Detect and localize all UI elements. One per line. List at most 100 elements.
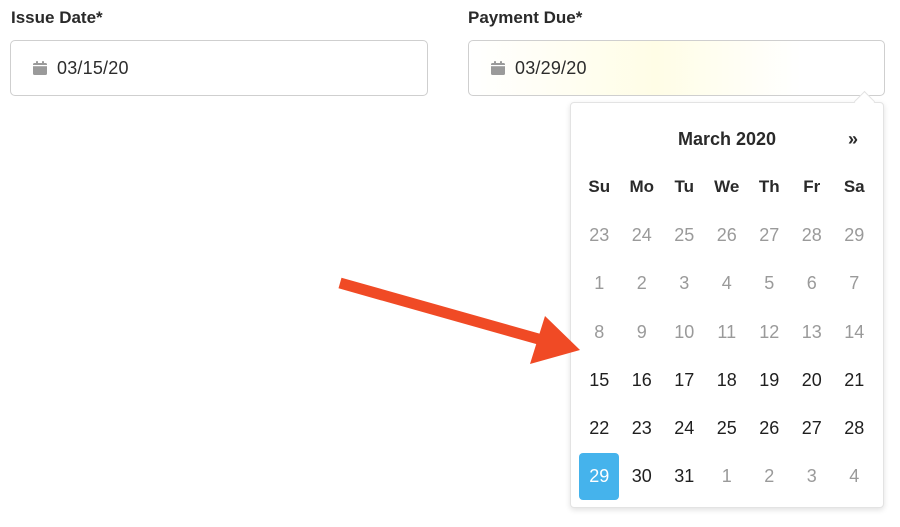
day-cell[interactable]: 26: [706, 211, 749, 259]
day-cell[interactable]: 1: [706, 453, 749, 501]
issue-date-label: Issue Date*: [11, 8, 103, 27]
day-number: 26: [716, 224, 737, 245]
day-number: 19: [759, 369, 780, 390]
day-cell[interactable]: 24: [621, 211, 664, 259]
day-cell[interactable]: 30: [621, 453, 664, 501]
day-number: 28: [844, 418, 865, 439]
day-number: 4: [849, 466, 860, 487]
day-number: 23: [589, 224, 610, 245]
day-cell[interactable]: 27: [791, 404, 834, 452]
day-cell[interactable]: 25: [706, 404, 749, 452]
day-cell[interactable]: 16: [621, 356, 664, 404]
day-cell[interactable]: 25: [663, 211, 706, 259]
day-cell[interactable]: 1: [578, 260, 621, 308]
day-cell[interactable]: 15: [578, 356, 621, 404]
weekday-header: Su: [588, 177, 611, 197]
day-number: 23: [631, 418, 652, 439]
payment-due-value: 03/29/20: [515, 57, 587, 78]
selected-day[interactable]: 29: [578, 453, 621, 501]
day-cell[interactable]: 17: [663, 356, 706, 404]
day-number: 12: [759, 321, 780, 342]
datepicker-popup: March 2020 » Su Mo Tu We Th Fr Sa 23 24 25 26 27 28 2…: [570, 102, 884, 508]
datepicker-grid: Su Mo Tu We Th Fr Sa 23 24 25 26 27 28 29 1 2 3 4 5 6 7 8 9 10 1…: [578, 163, 876, 501]
payment-due-input[interactable]: 03/29/20: [468, 40, 885, 96]
day-number: 16: [631, 369, 652, 390]
day-number: 9: [636, 321, 647, 342]
day-cell[interactable]: 23: [621, 404, 664, 452]
day-number: 20: [801, 369, 822, 390]
day-number: 1: [721, 466, 732, 487]
weekday-header: Fr: [803, 177, 821, 197]
datepicker-month-title: March 2020: [677, 129, 777, 149]
day-number: 27: [759, 224, 780, 245]
day-number: 26: [759, 418, 780, 439]
day-number: 27: [801, 418, 822, 439]
day-cell[interactable]: 14: [833, 308, 876, 356]
day-cell[interactable]: 8: [578, 308, 621, 356]
issue-date-input[interactable]: 03/15/20: [10, 40, 428, 96]
weekday-header: We: [714, 177, 740, 197]
day-cell[interactable]: 2: [748, 453, 791, 501]
calendar-icon: [32, 60, 48, 76]
day-cell[interactable]: 18: [706, 356, 749, 404]
day-number: 25: [674, 224, 695, 245]
weekday-header: Sa: [843, 177, 865, 197]
day-number: 3: [806, 466, 817, 487]
day-cell[interactable]: 10: [663, 308, 706, 356]
payment-due-label: Payment Due*: [468, 8, 583, 27]
day-number: 7: [849, 273, 860, 294]
next-month-button[interactable]: »: [841, 125, 865, 153]
day-cell[interactable]: 21: [833, 356, 876, 404]
day-cell[interactable]: 31: [663, 453, 706, 501]
day-number: 6: [806, 273, 817, 294]
day-cell[interactable]: 7: [833, 260, 876, 308]
day-cell[interactable]: 13: [791, 308, 834, 356]
day-number: 24: [631, 224, 652, 245]
calendar-icon: [490, 60, 506, 76]
day-number: 18: [716, 369, 737, 390]
day-number: 11: [717, 321, 737, 342]
day-number: 17: [674, 369, 695, 390]
day-cell[interactable]: 29: [833, 211, 876, 259]
day-cell[interactable]: 28: [791, 211, 834, 259]
day-number: 10: [674, 321, 695, 342]
day-cell[interactable]: 3: [663, 260, 706, 308]
day-cell[interactable]: 20: [791, 356, 834, 404]
weekday-header: Tu: [674, 177, 694, 197]
day-cell[interactable]: 19: [748, 356, 791, 404]
day-number: 14: [844, 321, 865, 342]
day-cell[interactable]: 26: [748, 404, 791, 452]
day-number: 29: [579, 453, 620, 501]
weekday-header: Mo: [629, 177, 655, 197]
day-number: 25: [716, 418, 737, 439]
day-cell[interactable]: 4: [833, 453, 876, 501]
day-cell[interactable]: 11: [706, 308, 749, 356]
day-number: 5: [764, 273, 775, 294]
day-number: 30: [631, 466, 652, 487]
day-cell[interactable]: 28: [833, 404, 876, 452]
day-cell[interactable]: 4: [706, 260, 749, 308]
day-cell[interactable]: 24: [663, 404, 706, 452]
day-number: 8: [594, 321, 605, 342]
day-cell[interactable]: 22: [578, 404, 621, 452]
day-number: 29: [844, 224, 865, 245]
day-number: 3: [679, 273, 690, 294]
day-cell[interactable]: 5: [748, 260, 791, 308]
day-number: 2: [636, 273, 647, 294]
day-cell[interactable]: 23: [578, 211, 621, 259]
day-number: 22: [589, 418, 610, 439]
day-cell[interactable]: 6: [791, 260, 834, 308]
day-number: 15: [589, 369, 610, 390]
issue-date-value: 03/15/20: [57, 57, 129, 78]
day-cell[interactable]: 27: [748, 211, 791, 259]
day-number: 21: [844, 369, 865, 390]
day-number: 4: [721, 273, 732, 294]
day-number: 13: [801, 321, 822, 342]
day-cell[interactable]: 2: [621, 260, 664, 308]
weekday-header: Th: [758, 177, 780, 197]
day-cell[interactable]: 12: [748, 308, 791, 356]
day-number: 2: [764, 466, 775, 487]
day-number: 24: [674, 418, 695, 439]
day-cell[interactable]: 3: [791, 453, 834, 501]
day-cell[interactable]: 9: [621, 308, 664, 356]
